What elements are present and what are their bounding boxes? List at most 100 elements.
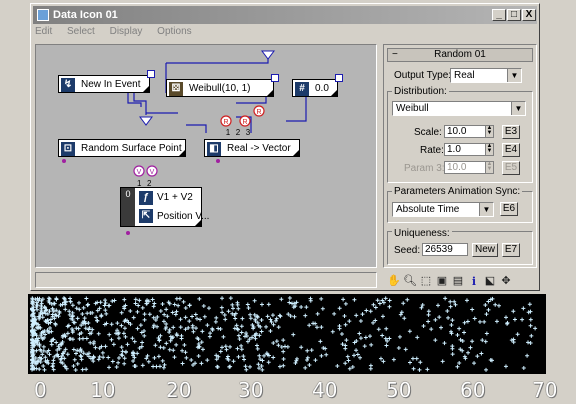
node-real-to-vector[interactable]: ◧ Real -> Vector [204,139,300,157]
rollout-header[interactable]: − Random 01 [387,48,533,62]
seed-field[interactable]: 26539 [422,243,468,256]
zoom-all-icon[interactable]: ▤ [451,275,465,288]
particle [219,305,224,310]
particle [222,313,227,318]
particle [414,356,419,361]
new-seed-button[interactable]: New [472,243,498,257]
particle [403,347,408,352]
properties-panel: − Random 01 Output Type: Real ▼ Distribu… [383,44,537,268]
particle [287,296,292,301]
particle [299,305,304,310]
zoom-region-icon[interactable]: ⬚ [419,275,433,288]
menu-options[interactable]: Options [157,26,191,37]
particle [369,342,374,347]
particle [68,299,73,304]
particle [137,298,142,303]
select-icon[interactable]: ⬕ [483,275,497,288]
scale-e3-button[interactable]: E3 [502,125,520,139]
particle [107,365,112,370]
node-corner-icon [179,150,185,156]
particle [124,349,129,354]
particle [77,336,82,341]
convert-icon: ◧ [207,142,221,156]
param3-label: Param 3: [404,163,445,174]
rate-e4-button[interactable]: E4 [502,143,520,157]
scale-spinner[interactable]: 10.0 ▲ ▼ [444,125,494,138]
spinner-arrows-icon[interactable]: ▲ ▼ [485,143,493,155]
menu-display[interactable]: Display [110,26,143,37]
particle [164,341,169,346]
particle [131,359,136,364]
3d-viewport[interactable]: 0 10 20 30 40 50 60 70 [0,294,576,404]
particle [37,367,42,372]
node-weibull[interactable]: ⚄ Weibull(10, 1) [166,74,279,97]
particle [198,317,203,322]
particle [142,312,147,317]
zoom-extents-icon[interactable]: ▣ [435,275,449,288]
distribution-dropdown[interactable]: Weibull ▼ [392,101,526,116]
particle [468,345,473,350]
particle [47,326,52,331]
seed-e7-button[interactable]: E7 [502,243,520,257]
particle [75,361,80,366]
particle [528,341,533,346]
particle [230,302,235,307]
particle [135,326,140,331]
info-icon[interactable]: i [467,275,481,288]
rollout-title: Random 01 [434,49,486,60]
particle [259,329,264,334]
node-scalar-value[interactable]: # 0.0 [292,74,343,97]
particle [80,367,85,372]
close-button[interactable]: X [522,9,536,21]
particle [76,300,81,305]
particle [142,317,147,322]
surface-point-icon: ⊡ [61,142,75,156]
particle [167,330,172,335]
particle [299,345,304,350]
particle [243,364,248,369]
particle [85,303,90,308]
particle [86,321,91,326]
particle [207,334,212,339]
window-titlebar[interactable]: Data Icon 01 _ □ X [33,6,537,24]
particle [315,311,320,316]
node-random-surface-point[interactable]: ⊡ Random Surface Point [58,139,186,157]
particle [285,344,290,349]
menu-edit[interactable]: Edit [35,26,52,37]
particle [161,365,166,370]
particle [133,297,138,302]
particle [110,299,115,304]
particle [205,358,210,363]
particle [477,319,482,324]
hand-icon[interactable]: ✋ [387,275,401,288]
zoom-icon[interactable]: 🔍︎ [403,275,417,288]
menu-select[interactable]: Select [67,26,95,37]
anim-sync-dropdown[interactable]: Absolute Time ▼ [392,202,494,217]
particle [103,298,108,303]
particle [41,363,46,368]
node-tab-icon [147,70,155,78]
particle [119,310,124,315]
particle [426,319,431,324]
particle [178,317,183,322]
particle [239,330,244,335]
output-type-dropdown[interactable]: Real ▼ [450,68,522,83]
rate-spinner[interactable]: 1.0 ▲ ▼ [444,143,494,156]
particle [483,339,488,344]
particle [189,358,194,363]
viewport-canvas[interactable] [28,294,546,374]
minimize-button[interactable]: _ [492,9,506,21]
particle [337,306,342,311]
particle [408,360,413,365]
particle [156,354,161,359]
particle [345,354,350,359]
maximize-button[interactable]: □ [507,9,521,21]
particle [98,300,103,305]
pan-icon[interactable]: ✥ [499,275,513,288]
node-new-in-event[interactable]: ↯ New In Event [58,70,155,93]
node-v1-plus-v2[interactable]: 0 ƒ V1 + V2 ⇱ Position V... [120,187,209,227]
spinner-arrows-icon[interactable]: ▲ ▼ [485,125,493,137]
anim-sync-e6-button[interactable]: E6 [500,202,518,216]
node-graph-canvas[interactable]: R R R 1 2 3 V V 1 2 ↯ New In Event ⚄ Wei… [35,44,377,268]
particle [146,359,151,364]
